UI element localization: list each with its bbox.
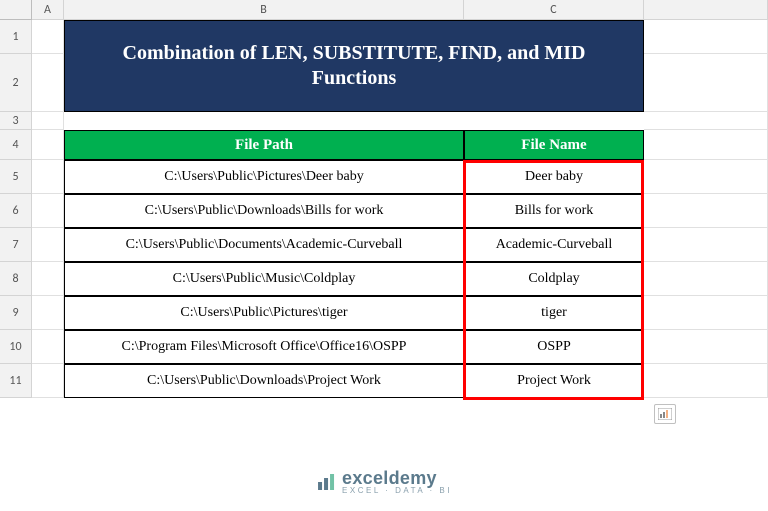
cell-name-5[interactable]: OSPP [464, 330, 644, 364]
cell-name-2[interactable]: Academic-Curveball [464, 228, 644, 262]
cell-d3[interactable] [644, 112, 768, 130]
cell-a1[interactable] [32, 20, 64, 54]
cell-d4[interactable] [644, 130, 768, 160]
cell-a8[interactable] [32, 262, 64, 296]
spreadsheet-grid: A B C 1 2 3 4 5 6 7 8 9 10 11 Combinatio… [0, 0, 768, 398]
col-header-extra[interactable] [644, 0, 768, 20]
cell-name-1[interactable]: Bills for work [464, 194, 644, 228]
cell-a11[interactable] [32, 364, 64, 398]
cell-d2[interactable] [644, 54, 768, 112]
row-header-8[interactable]: 8 [0, 262, 32, 296]
col-header-b[interactable]: B [64, 0, 464, 20]
cell-path-3[interactable]: C:\Users\Public\Music\Coldplay [64, 262, 464, 296]
cell-name-4[interactable]: tiger [464, 296, 644, 330]
header-file-name[interactable]: File Name [464, 130, 644, 160]
exceldemy-logo: exceldemy EXCEL · DATA · BI [316, 468, 452, 495]
row-header-11[interactable]: 11 [0, 364, 32, 398]
logo-icon [316, 472, 336, 492]
select-all-corner[interactable] [0, 0, 32, 20]
title-cell[interactable]: Combination of LEN, SUBSTITUTE, FIND, an… [64, 20, 644, 112]
cell-path-1[interactable]: C:\Users\Public\Downloads\Bills for work [64, 194, 464, 228]
cell-d5[interactable] [644, 160, 768, 194]
row-header-10[interactable]: 10 [0, 330, 32, 364]
cell-b3[interactable] [64, 112, 464, 130]
cell-path-4[interactable]: C:\Users\Public\Pictures\tiger [64, 296, 464, 330]
quick-analysis-icon [658, 408, 672, 420]
row-header-5[interactable]: 5 [0, 160, 32, 194]
cell-d6[interactable] [644, 194, 768, 228]
row-header-9[interactable]: 9 [0, 296, 32, 330]
row-header-4[interactable]: 4 [0, 130, 32, 160]
title-text: Combination of LEN, SUBSTITUTE, FIND, an… [83, 41, 625, 91]
logo-sub-text: EXCEL · DATA · BI [342, 486, 452, 495]
cell-path-5[interactable]: C:\Program Files\Microsoft Office\Office… [64, 330, 464, 364]
cell-name-3[interactable]: Coldplay [464, 262, 644, 296]
cell-a6[interactable] [32, 194, 64, 228]
col-header-c[interactable]: C [464, 0, 644, 20]
cell-a10[interactable] [32, 330, 64, 364]
cell-path-2[interactable]: C:\Users\Public\Documents\Academic-Curve… [64, 228, 464, 262]
cell-name-6[interactable]: Project Work [464, 364, 644, 398]
cell-path-0[interactable]: C:\Users\Public\Pictures\Deer baby [64, 160, 464, 194]
row-header-6[interactable]: 6 [0, 194, 32, 228]
cell-a7[interactable] [32, 228, 64, 262]
header-file-path[interactable]: File Path [64, 130, 464, 160]
cell-c3[interactable] [464, 112, 644, 130]
cell-a5[interactable] [32, 160, 64, 194]
row-header-3[interactable]: 3 [0, 112, 32, 130]
cell-a4[interactable] [32, 130, 64, 160]
cell-d11[interactable] [644, 364, 768, 398]
cell-d10[interactable] [644, 330, 768, 364]
cell-d7[interactable] [644, 228, 768, 262]
row-header-1[interactable]: 1 [0, 20, 32, 54]
cell-d9[interactable] [644, 296, 768, 330]
cell-a2[interactable] [32, 54, 64, 112]
col-header-a[interactable]: A [32, 0, 64, 20]
quick-analysis-button[interactable] [654, 404, 676, 424]
cell-d1[interactable] [644, 20, 768, 54]
row-header-2[interactable]: 2 [0, 54, 32, 112]
cell-a3[interactable] [32, 112, 64, 130]
cell-path-6[interactable]: C:\Users\Public\Downloads\Project Work [64, 364, 464, 398]
logo-text-group: exceldemy EXCEL · DATA · BI [342, 468, 452, 495]
row-header-7[interactable]: 7 [0, 228, 32, 262]
cell-a9[interactable] [32, 296, 64, 330]
cell-name-0[interactable]: Deer baby [464, 160, 644, 194]
cell-d8[interactable] [644, 262, 768, 296]
